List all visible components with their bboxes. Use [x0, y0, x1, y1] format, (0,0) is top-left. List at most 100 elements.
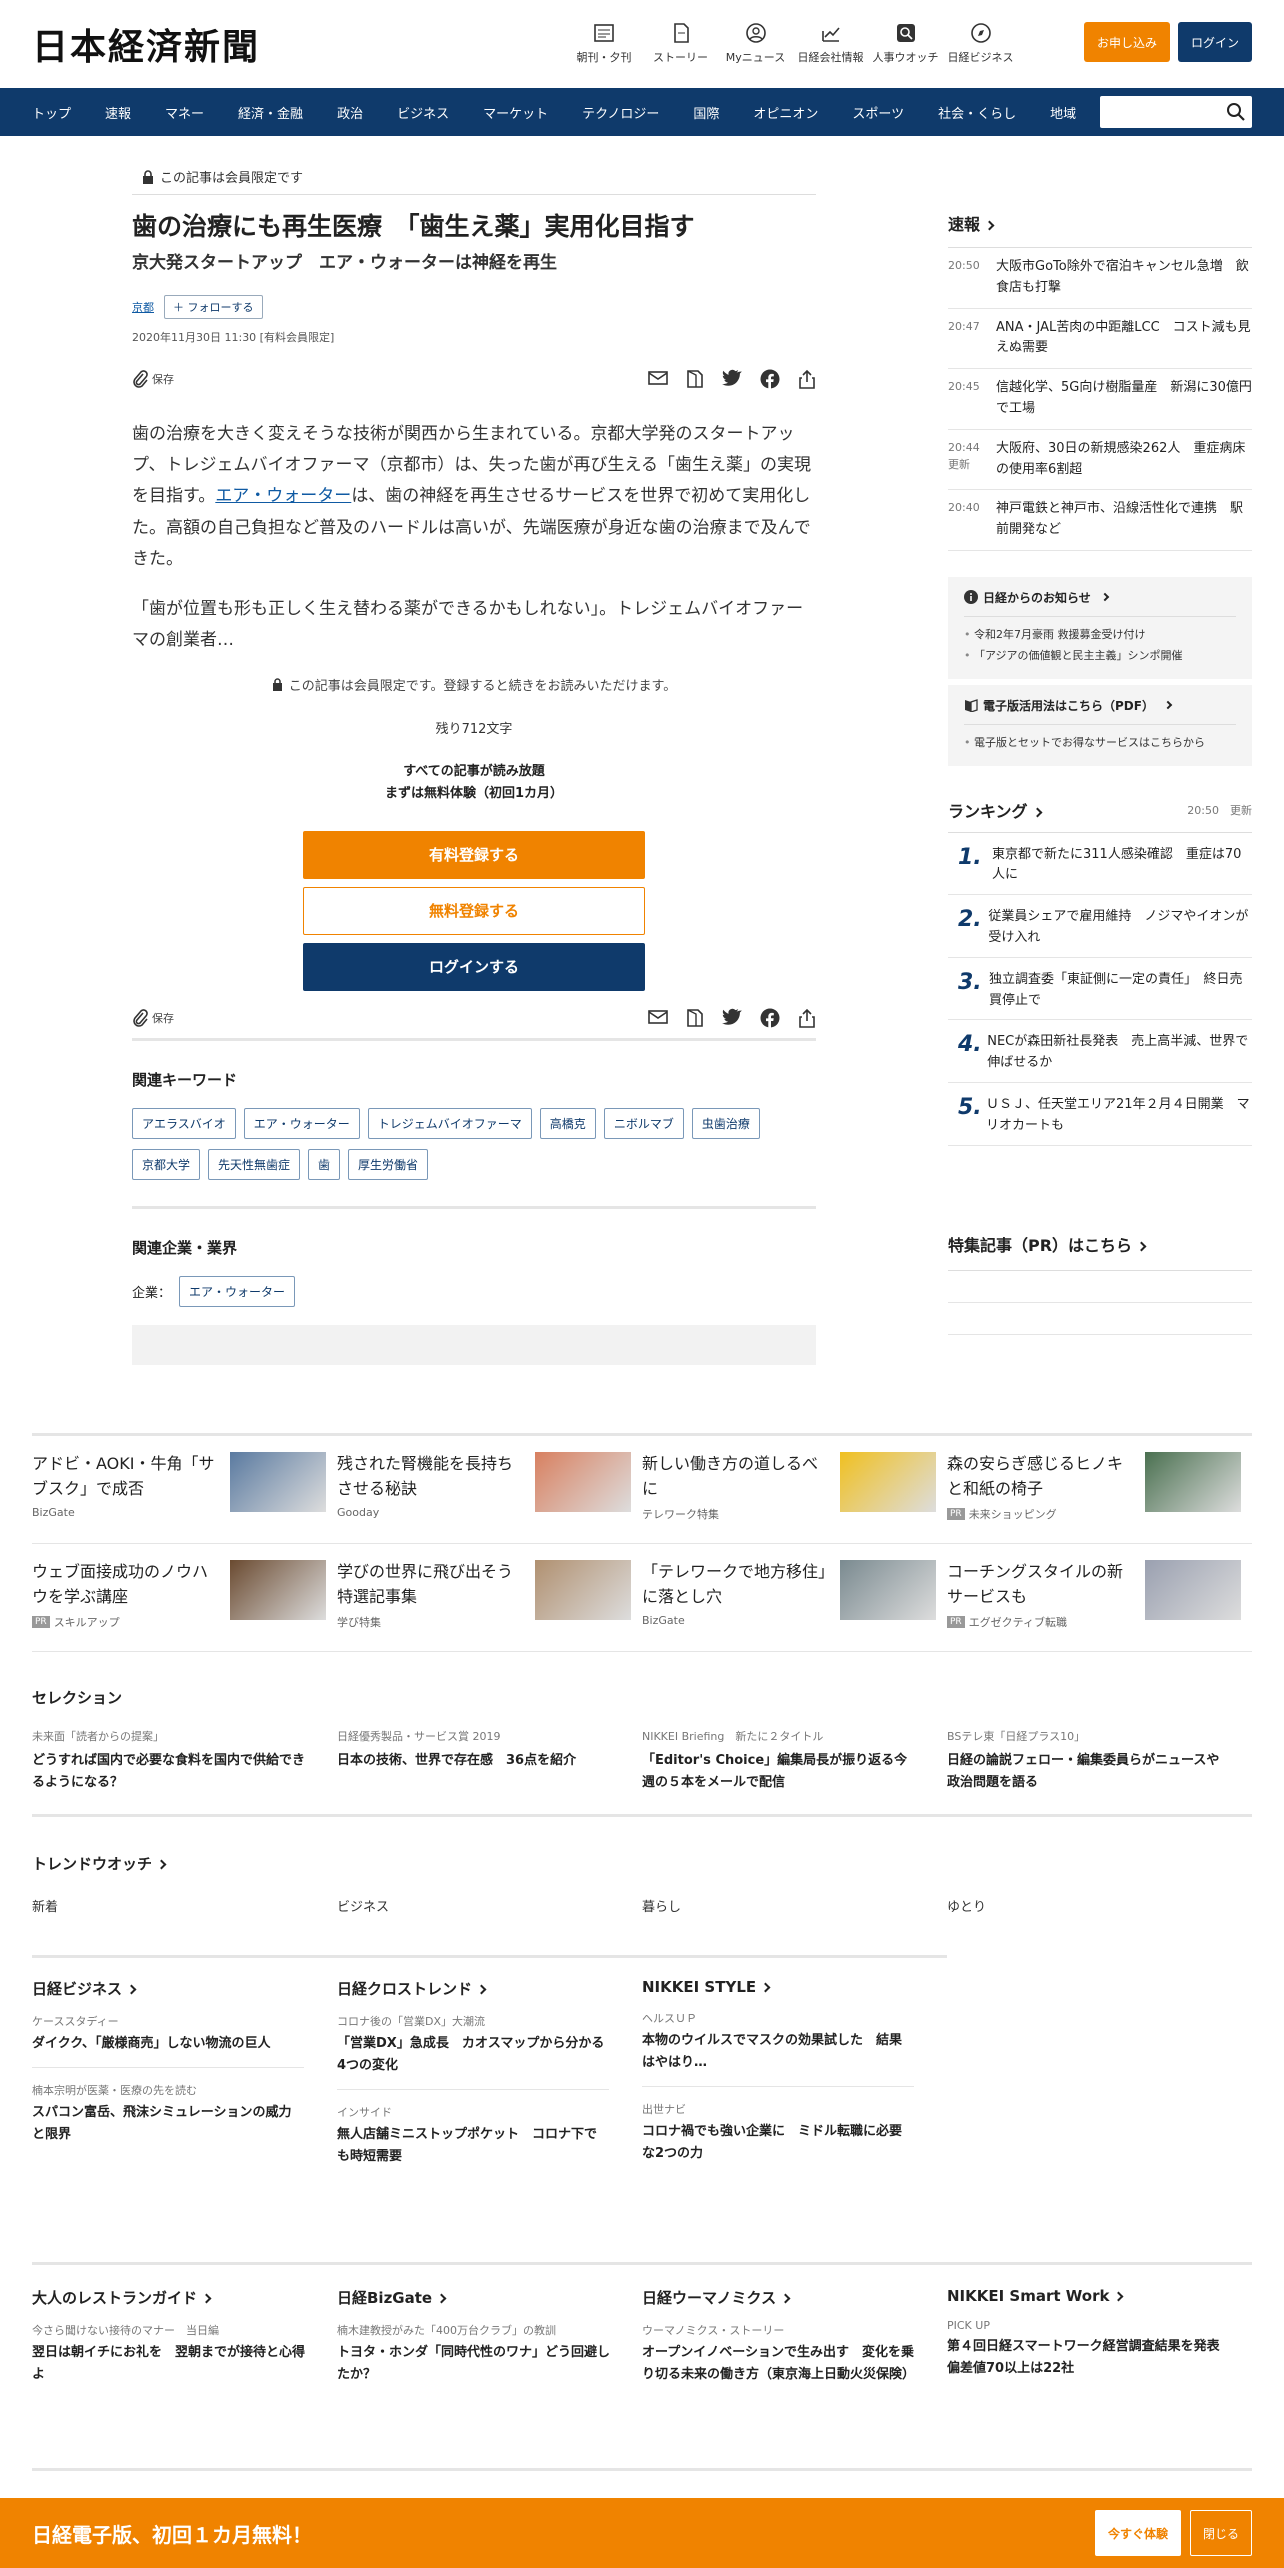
subscribe-button[interactable]: お申し込み — [1084, 22, 1170, 62]
news-item[interactable]: 20:44 更新 大阪府、30日の新規感染262人 重症病床の使用率6割超 — [948, 430, 1252, 491]
news-item[interactable]: 20:50 大阪市GoTo除外で宿泊キャンセル急増 飲食店も打撃 — [948, 248, 1252, 309]
company-chip[interactable]: エア・ウォーター — [179, 1275, 296, 1307]
news-item[interactable]: 20:47 ANA・JAL苦肉の中距離LCC コスト減も見えぬ需要 — [948, 309, 1252, 370]
nav-item[interactable]: 政治 — [337, 103, 375, 122]
notice-item[interactable]: 「アジアの価値観と民主主義」シンポ開催 — [964, 646, 1236, 667]
nav-item[interactable]: 社会・くらし — [938, 103, 1028, 122]
paid-register-button[interactable]: 有料登録する — [303, 830, 645, 879]
promo-card[interactable]: コーチングスタイルの新サービスも PR エグゼクティブ転職 — [947, 1544, 1252, 1652]
keyword-chip[interactable]: 高橋克 — [539, 1107, 596, 1139]
nav-item[interactable]: オピニオン — [753, 103, 830, 122]
notice-title[interactable]: 日経からのお知らせ — [964, 589, 1236, 606]
save-button[interactable]: 保存 — [132, 1009, 174, 1028]
nikkei-logo[interactable]: 日本経済新聞 — [32, 18, 260, 70]
topic-link[interactable]: 京都 — [132, 299, 154, 315]
magazine-item[interactable]: PICK UP 第４回日経スマートワーク経営調査結果を発表 偏差値70以上は22社 — [947, 2305, 1233, 2392]
news-item[interactable]: 20:40 神戸電鉄と神戸市、沿線活性化で連携 駅前開発など — [948, 490, 1252, 551]
trend-category[interactable]: 新着 — [32, 1896, 337, 1915]
magazine-title[interactable]: NIKKEI STYLE — [642, 1978, 947, 1996]
selection-item[interactable]: 日経優秀製品・サービス賞 2019 日本の技術、世界で存在感 36点を紹介 — [337, 1728, 642, 1794]
trend-category[interactable]: 暮らし — [642, 1896, 947, 1915]
nav-item[interactable]: テクノロジー — [582, 103, 671, 122]
keyword-chip[interactable]: トレジェムバイオファーマ — [367, 1107, 532, 1139]
save-button[interactable]: 保存 — [132, 369, 174, 388]
notice-item[interactable]: 令和2年7月豪雨 救援募金受け付け — [964, 625, 1236, 646]
news-item[interactable]: 20:45 信越化学、5G向け樹脂量産 新潟に30億円で工場 — [948, 369, 1252, 430]
nav-item[interactable]: 経済・金融 — [238, 103, 315, 122]
selection-item[interactable]: 未来面「読者からの提案」 どうすれば国内で必要な食料を国内で供給できるようになる？ — [32, 1728, 337, 1794]
magazine-title[interactable]: 日経ビジネス — [32, 1978, 337, 1999]
twitter-icon[interactable] — [722, 369, 742, 387]
magazine-item[interactable]: インサイド 無人店舗ミニストップポケット コロナ下でも時短需要 — [337, 2090, 609, 2180]
nav-item[interactable]: スポーツ — [852, 103, 916, 122]
magazine-title[interactable]: 日経BizGate — [337, 2287, 614, 2308]
promo-card[interactable]: アドビ・AOKI・牛角「サブスク」で成否 BizGate — [32, 1436, 337, 1544]
ranking-item[interactable]: 1. 東京都で新たに311人感染確認 重症は70人に — [948, 833, 1252, 896]
search-icon[interactable] — [1226, 102, 1246, 122]
company-link[interactable]: エア・ウォーター — [215, 486, 351, 506]
nav-item[interactable]: 国際 — [693, 103, 731, 122]
keyword-chip[interactable]: 京都大学 — [132, 1148, 201, 1180]
magazine-item[interactable]: ウーマノミクス・ストーリー オープンイノベーションで生み出す 変化を乗り切る未来の… — [642, 2308, 919, 2398]
nav-item[interactable]: 地域 — [1050, 103, 1088, 122]
pdf-guide-title[interactable]: 電子版活用法はこちら（PDF） — [964, 697, 1236, 714]
nav-item[interactable]: トップ — [32, 103, 83, 122]
close-banner-button[interactable]: 閉じる — [1190, 2510, 1252, 2556]
magazine-title[interactable]: 日経ウーマノミクス — [642, 2287, 919, 2308]
magazine-item[interactable]: ケーススタディー ダイクク、「厳様商売」しない物流の巨人 — [32, 1999, 304, 2069]
promo-card[interactable]: 「テレワークで地方移住」に落とし穴 BizGate — [642, 1544, 947, 1652]
trend-watch-title[interactable]: トレンドウオッチ — [32, 1853, 1252, 1874]
header-link-nikkei-business[interactable]: 日経ビジネス — [943, 22, 1018, 65]
ranking-item[interactable]: 4. NECが森田新社長発表 売上高半減、世界で伸ばせるか — [948, 1020, 1252, 1084]
ranking-item[interactable]: 5. ＵＳＪ、任天堂エリア21年２月４日開業 マリオカートも — [948, 1083, 1252, 1146]
login-button[interactable]: ログイン — [1178, 22, 1252, 62]
keyword-chip[interactable]: エア・ウォーター — [243, 1107, 360, 1139]
ranking-item[interactable]: 3. 独立調査委「東証側に一定の責任」 終日売買停止で — [948, 958, 1252, 1021]
facebook-icon[interactable] — [760, 1008, 780, 1029]
nav-item[interactable]: 速報 — [105, 103, 143, 122]
keyword-chip[interactable]: 歯 — [308, 1148, 341, 1180]
selection-item[interactable]: BSテレ東「日経プラス10」 日経の論説フェロー・編集委員らがニュースや政治問題を… — [947, 1728, 1252, 1794]
share-icon[interactable] — [798, 369, 816, 389]
twitter-icon[interactable] — [722, 1008, 742, 1026]
magazine-item[interactable]: 楠木建教授がみた「400万台クラブ」の教訓 トヨタ・ホンダ「同時代性のワナ」どう回… — [337, 2308, 614, 2398]
header-link-my-news[interactable]: Myニュース — [718, 22, 793, 65]
header-link-company-info[interactable]: 日経会社情報 — [793, 22, 868, 65]
magazine-item[interactable]: 今さら聞けない接待のマナー 当日編 翌日は朝イチにお礼を 翌朝までが接待と心得よ — [32, 2308, 309, 2398]
keyword-chip[interactable]: 厚生労働省 — [348, 1148, 429, 1180]
pdf-guide-item[interactable]: 電子版とセットでお得なサービスはこちらから — [964, 733, 1236, 754]
clip-article-icon[interactable] — [686, 1008, 704, 1028]
keyword-chip[interactable]: 虫歯治療 — [691, 1107, 760, 1139]
share-icon[interactable] — [798, 1008, 816, 1029]
facebook-icon[interactable] — [760, 369, 780, 389]
pr-articles-title[interactable]: 特集記事（PR）はこちら — [948, 1232, 1252, 1271]
mail-icon[interactable] — [648, 1008, 668, 1026]
keyword-chip[interactable]: 先天性無歯症 — [208, 1148, 301, 1180]
follow-button[interactable]: ＋ フォローする — [164, 294, 263, 319]
header-link-morning-evening[interactable]: 朝刊・夕刊 — [565, 22, 643, 65]
ranking-title[interactable]: ランキング — [948, 798, 1042, 822]
promo-card[interactable]: 学びの世界に飛び出そう 特選記事集 学び特集 — [337, 1544, 642, 1652]
promo-card[interactable]: ウェブ面接成功のノウハウを学ぶ講座 PR スキルアップ — [32, 1544, 337, 1652]
magazine-item[interactable]: 出世ナビ コロナ禍でも強い企業に ミドル転職に必要な2つの力 — [642, 2087, 914, 2177]
keyword-chip[interactable]: ニボルマブ — [603, 1107, 684, 1139]
mail-icon[interactable] — [648, 369, 668, 387]
promo-card[interactable]: 森の安らぎ感じるヒノキと和紙の椅子 PR 未来ショッピング — [947, 1436, 1252, 1544]
trend-category[interactable]: ゆとり — [947, 1896, 1252, 1915]
selection-item[interactable]: NIKKEI Briefing 新たに２タイトル 「Editor's Choice… — [642, 1728, 947, 1794]
magazine-item[interactable]: コロナ後の「営業DX」大潮流 「営業DX」急成長 カオスマップから分かる4つの変化 — [337, 1999, 609, 2091]
clip-article-icon[interactable] — [686, 369, 704, 389]
promo-card[interactable]: 残された腎機能を長持ちさせる秘訣 Gooday — [337, 1436, 642, 1544]
nav-item[interactable]: ビジネス — [397, 103, 461, 122]
magazine-title[interactable]: 日経クロストレンド — [337, 1978, 642, 1999]
free-register-button[interactable]: 無料登録する — [303, 886, 645, 935]
header-link-story[interactable]: ストーリー — [643, 22, 718, 65]
article-login-button[interactable]: ログインする — [303, 942, 645, 991]
magazine-item[interactable]: ヘルスＵＰ 本物のウイルスでマスクの効果試した 結果はやはり… — [642, 1996, 914, 2088]
ranking-item[interactable]: 2. 従業員シェアで雇用維持 ノジマやイオンが受け入れ — [948, 895, 1252, 958]
promo-card[interactable]: 新しい働き方の道しるべに テレワーク特集 — [642, 1436, 947, 1544]
keyword-chip[interactable]: アエラスバイオ — [132, 1107, 236, 1139]
header-link-personnel-watch[interactable]: 人事ウオッチ — [868, 22, 943, 65]
try-now-button[interactable]: 今すぐ体験 — [1095, 2510, 1181, 2556]
breaking-news-title[interactable]: 速報 — [948, 211, 1252, 248]
